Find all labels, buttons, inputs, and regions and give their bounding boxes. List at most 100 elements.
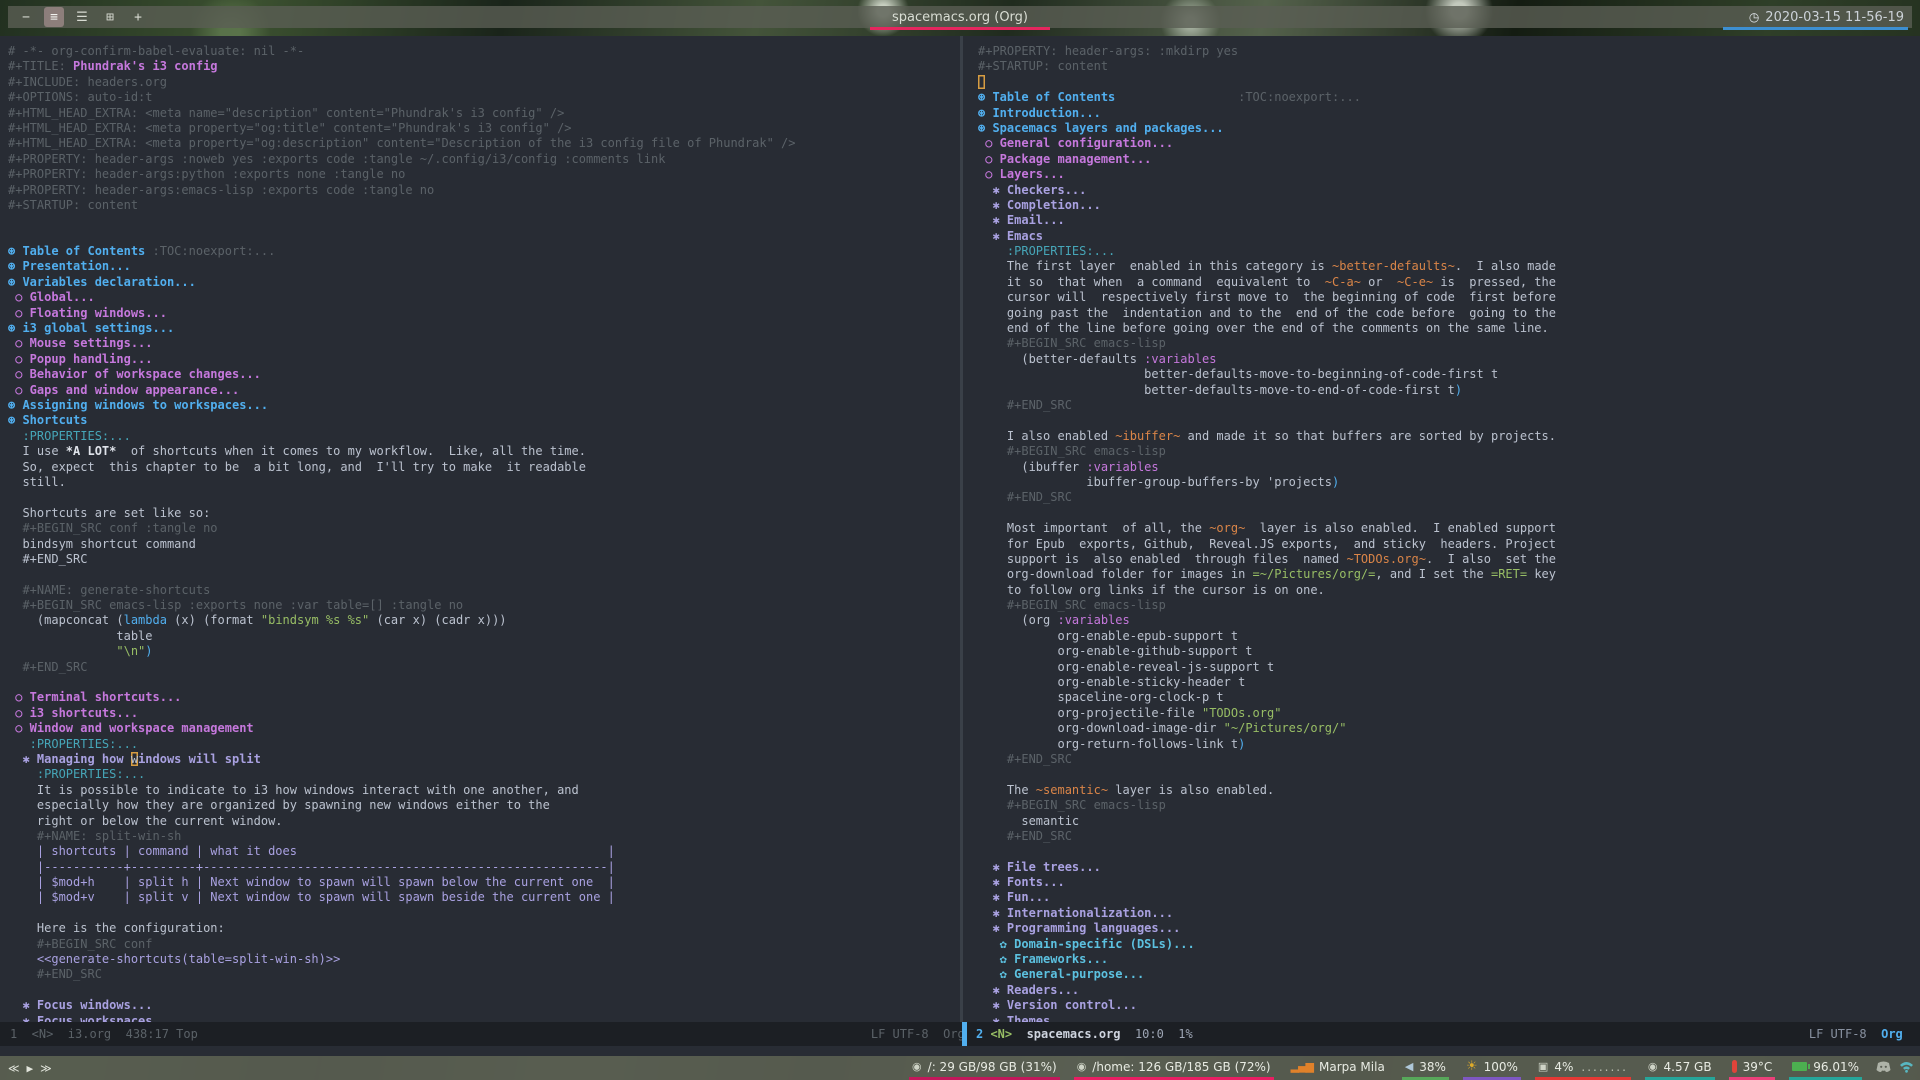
disk-home-module[interactable]: ◉ /home: 126 GB/185 GB (72%) [1073,1056,1274,1080]
editor-line[interactable]: #+PROPERTY: header-args :noweb yes :expo… [8,152,960,167]
brightness-module[interactable]: ☀ 100% [1462,1056,1521,1080]
editor-line[interactable]: |-----------+---------+-----------------… [8,860,960,875]
editor-line[interactable]: ○ Window and workspace management [8,721,960,736]
editor-line[interactable] [978,75,1920,90]
editor-line[interactable]: #+HTML_HEAD_EXTRA: <meta property="og:ti… [8,121,960,136]
editor-line[interactable]: ✱ Email... [978,213,1920,228]
editor-line[interactable]: #+END_SRC [978,398,1920,413]
next-track-icon[interactable]: ≫ [40,1062,52,1075]
editor-line[interactable]: Here is the configuration: [8,921,960,936]
battery-module[interactable]: 96.01% [1789,1056,1862,1080]
editor-line[interactable]: #+END_SRC [8,552,960,567]
editor-line[interactable]: #+BEGIN_SRC conf :tangle no [8,521,960,536]
cpu-module[interactable]: ▣ 4%........ [1534,1056,1631,1080]
editor-line[interactable]: #+BEGIN_SRC emacs-lisp :exports none :va… [8,598,960,613]
editor-line[interactable]: #+PROPERTY: header-args: :mkdirp yes [978,44,1920,59]
editor-line[interactable] [8,675,960,690]
editor-line[interactable]: cursor will respectively first move to t… [978,290,1920,305]
editor-line[interactable]: ✱ Managing how windows will split [8,752,960,767]
editor-line[interactable]: #+HTML_HEAD_EXTRA: <meta property="og:de… [8,136,960,151]
editor-line[interactable]: org-return-follows-link t) [978,737,1920,752]
editor-line[interactable]: ✱ Fonts... [978,875,1920,890]
editor-line[interactable]: ○ i3 shortcuts... [8,706,960,721]
editor-line[interactable]: #+STARTUP: content [978,59,1920,74]
editor-line[interactable]: ○ Floating windows... [8,306,960,321]
editor-line[interactable]: ✱ Focus windows... [8,998,960,1013]
editor-line[interactable]: ✱ Checkers... [978,183,1920,198]
editor-line[interactable]: ✱ Programming languages... [978,921,1920,936]
editor-line[interactable]: still. [8,475,960,490]
editor-line[interactable]: #+END_SRC [8,660,960,675]
editor-line[interactable]: support is also enabled through files na… [978,552,1920,567]
editor-line[interactable]: right or below the current window. [8,814,960,829]
editor-line[interactable] [8,213,960,228]
editor-line[interactable]: org-enable-epub-support t [978,629,1920,644]
editor-line[interactable] [978,506,1920,521]
editor-line[interactable]: I also enabled ~ibuffer~ and made it so … [978,429,1920,444]
editor-line[interactable]: ⊛ Spacemacs layers and packages... [978,121,1920,136]
editor-line[interactable]: #+NAME: split-win-sh [8,829,960,844]
editor-line[interactable]: especially how they are organized by spa… [8,798,960,813]
editor-line[interactable]: #+END_SRC [978,490,1920,505]
pane-divider[interactable] [960,36,963,1022]
editor-line[interactable]: (mapconcat (lambda (x) (format "bindsym … [8,613,960,628]
workspace-icon-4[interactable]: ⊞ [100,7,120,27]
editor-line[interactable]: #+STARTUP: content [8,198,960,213]
editor-line[interactable] [8,490,960,505]
editor-line[interactable]: ✿ Frameworks... [978,952,1920,967]
editor-line[interactable]: (org :variables [978,613,1920,628]
volume-module[interactable]: ◀ 38% [1401,1056,1449,1080]
editor-line[interactable]: | $mod+h | split h | Next window to spaw… [8,875,960,890]
wifi-icon[interactable] [1899,1061,1914,1073]
editor-line[interactable]: The first layer enabled in this category… [978,259,1920,274]
editor-line[interactable]: ✿ General-purpose... [978,967,1920,982]
editor-line[interactable] [8,983,960,998]
editor-pane-left[interactable]: # -*- org-confirm-babel-evaluate: nil -*… [0,36,960,1022]
editor-line[interactable]: better-defaults-move-to-beginning-of-cod… [978,367,1920,382]
editor-line[interactable]: ✱ Emacs [978,229,1920,244]
editor-line[interactable]: #+PROPERTY: header-args:python :exports … [8,167,960,182]
editor-line[interactable]: #+BEGIN_SRC emacs-lisp [978,798,1920,813]
editor-line[interactable]: org-download-image-dir "~/Pictures/org/" [978,721,1920,736]
editor-line[interactable]: ○ Mouse settings... [8,336,960,351]
editor-line[interactable]: ○ Package management... [978,152,1920,167]
editor-line[interactable]: <<generate-shortcuts(table=split-win-sh)… [8,952,960,967]
editor-line[interactable]: :PROPERTIES:... [978,244,1920,259]
editor-line[interactable]: to follow org links if the cursor is on … [978,583,1920,598]
editor-line[interactable]: # -*- org-confirm-babel-evaluate: nil -*… [8,44,960,59]
editor-line[interactable]: | shortcuts | command | what it does | [8,844,960,859]
discord-icon[interactable] [1876,1061,1891,1073]
editor-line[interactable] [8,229,960,244]
editor-line[interactable]: ✱ Version control... [978,998,1920,1013]
editor-line[interactable]: ⊛ Assigning windows to workspaces... [8,398,960,413]
editor-line[interactable]: ○ Popup handling... [8,352,960,367]
editor-line[interactable]: ✱ Focus workspaces... [8,1014,960,1022]
editor-line[interactable]: org-enable-github-support t [978,644,1920,659]
editor-line[interactable]: ⊛ Shortcuts [8,413,960,428]
editor-pane-right[interactable]: #+PROPERTY: header-args: :mkdirp yes #+ST… [966,36,1920,1022]
editor-line[interactable]: ○ Global... [8,290,960,305]
previous-track-icon[interactable]: ≪ [8,1062,20,1075]
editor-line[interactable]: #+BEGIN_SRC emacs-lisp [978,598,1920,613]
editor-line[interactable]: ⊛ Table of Contents :TOC:noexport:... [8,244,960,259]
editor-line[interactable]: (better-defaults :variables [978,352,1920,367]
editor-line[interactable]: So, expect this chapter to be a bit long… [8,460,960,475]
play-icon[interactable]: ▶ [27,1062,34,1075]
editor-line[interactable]: going past the indentation and to the en… [978,306,1920,321]
editor-line[interactable]: ⊛ Introduction... [978,106,1920,121]
editor-line[interactable]: ⊛ Table of Contents :TOC:noexport:... [978,90,1920,105]
editor-line[interactable]: #+OPTIONS: auto-id:t [8,90,960,105]
editor-line[interactable]: spaceline-org-clock-p t [978,690,1920,705]
echo-area[interactable] [0,1046,1920,1056]
workspace-icon-1[interactable]: − [16,7,36,27]
editor-line[interactable]: ⊛ Variables declaration... [8,275,960,290]
editor-line[interactable]: ⊛ Presentation... [8,259,960,274]
editor-line[interactable]: #+PROPERTY: header-args:emacs-lisp :expo… [8,183,960,198]
editor-line[interactable]: Shortcuts are set like so: [8,506,960,521]
editor-line[interactable]: #+END_SRC [978,829,1920,844]
editor-line[interactable]: end of the line before going over the en… [978,321,1920,336]
editor-line[interactable]: (ibuffer :variables [978,460,1920,475]
editor-line[interactable] [978,413,1920,428]
editor-line[interactable]: :PROPERTIES:... [8,737,960,752]
editor-line[interactable]: #+BEGIN_SRC emacs-lisp [978,444,1920,459]
